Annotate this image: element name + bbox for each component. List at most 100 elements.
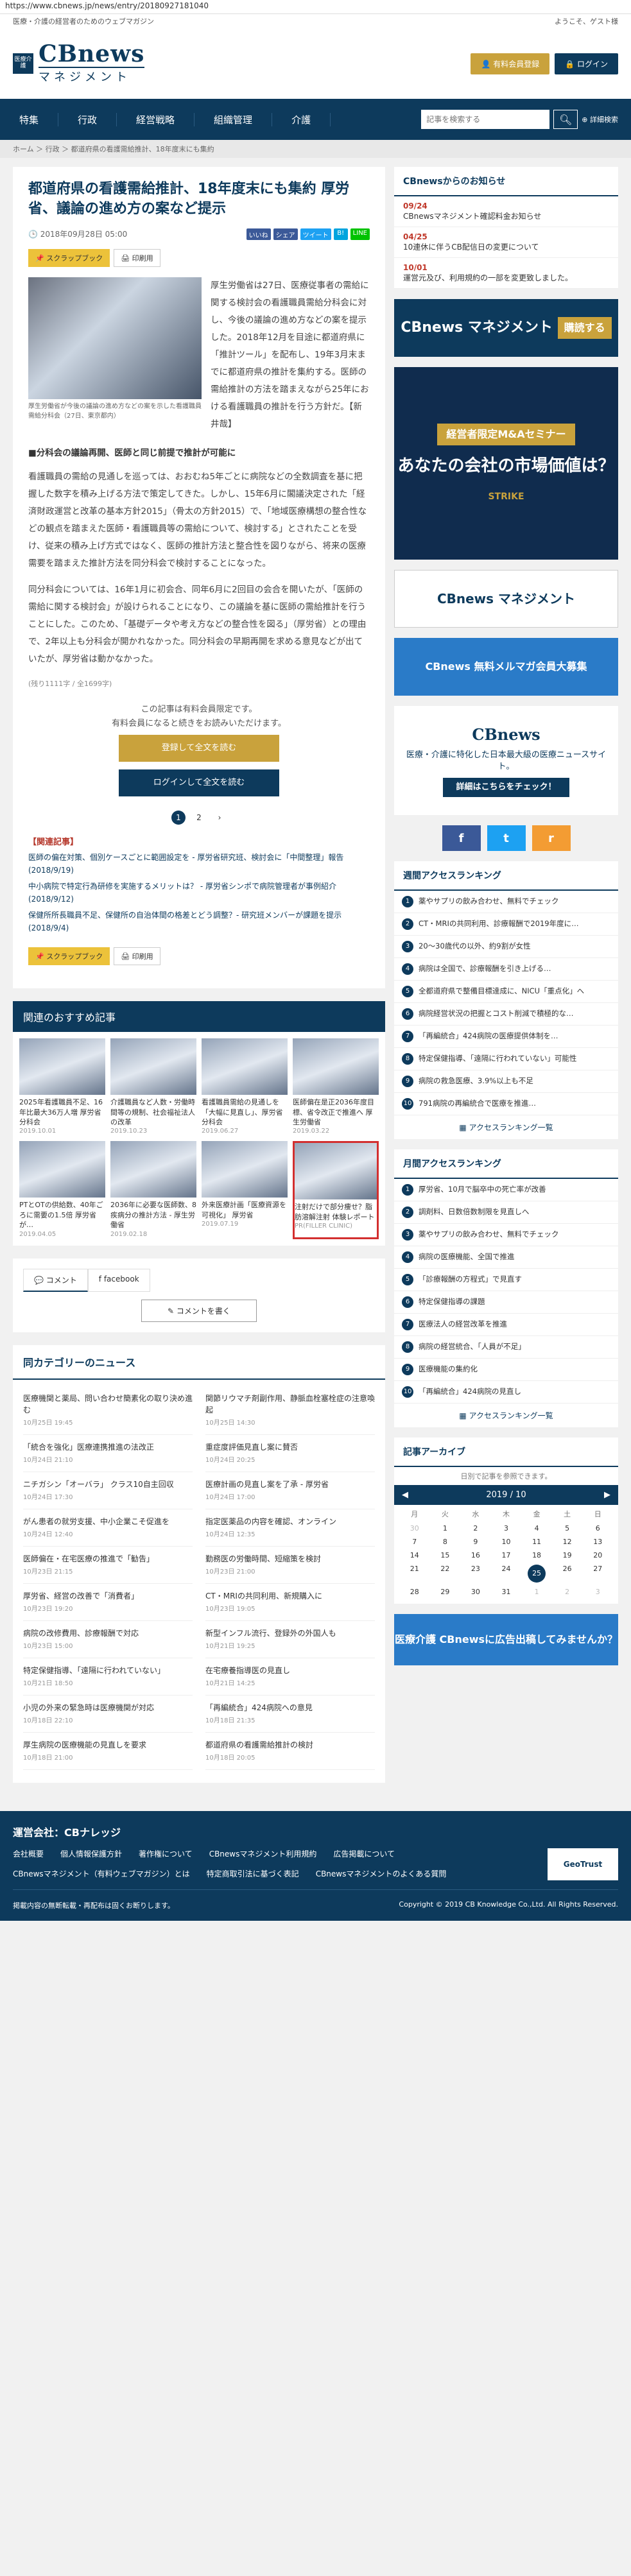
calendar-day[interactable]: 15 <box>430 1551 461 1559</box>
list-item[interactable]: 在宅療養指導医の見直し 10月21日 14:25 <box>205 1658 375 1696</box>
calendar-day[interactable]: 7 <box>399 1538 430 1546</box>
register-read-button[interactable]: 登録して全文を読む <box>119 734 279 762</box>
list-item[interactable]: 医療計画の見直し案を了承 - 厚労省 10月24日 17:00 <box>205 1472 375 1509</box>
print-button[interactable]: 🖨 印刷用 <box>114 947 160 966</box>
calendar-day[interactable]: 17 <box>491 1551 522 1559</box>
list-item[interactable]: がん患者の就労支援、中小企業こそ促進を 10月24日 12:40 <box>23 1509 193 1547</box>
footer-link[interactable]: CBnewsマネジメント利用規約 <box>209 1848 317 1859</box>
calendar-day[interactable]: 10 <box>491 1538 522 1546</box>
tab-comment[interactable]: 💬 コメント <box>23 1268 88 1292</box>
calendar-day[interactable]: 30 <box>399 1524 430 1533</box>
notice-item[interactable]: 10/01 運営元及び、利用規約の一部を変更致しました。 <box>394 258 618 289</box>
calendar-day[interactable]: 4 <box>521 1524 552 1533</box>
calendar-day[interactable]: 27 <box>582 1565 613 1583</box>
list-item[interactable]: 病院の改修費用、診療報酬で対応 10月23日 15:00 <box>23 1621 193 1658</box>
search-input[interactable] <box>421 110 550 129</box>
ranking-item[interactable]: 10 791病院の再編統合で医療を推進… <box>394 1093 618 1115</box>
recommended-item[interactable]: 看護職員需給の見通しを「大幅に見直し」、厚労省分科会 2019.06.27 <box>202 1038 288 1136</box>
calendar-day[interactable]: 6 <box>582 1524 613 1533</box>
footer-link[interactable]: 会社概要 <box>13 1848 44 1859</box>
ranking-item[interactable]: 2 CT・MRIの共同利用、診療報酬で2019年度に… <box>394 913 618 936</box>
footer-link[interactable]: 個人情報保護方針 <box>60 1848 122 1859</box>
ranking-item[interactable]: 3 20～30歳代の以外、約9割が女性 <box>394 936 618 958</box>
recommended-item[interactable]: 2036年に必要な医師数、8疾病分の推計方法 - 厚生労働省 2019.02.18 <box>110 1141 196 1239</box>
page-1[interactable]: 1 <box>171 810 186 825</box>
ranking-item[interactable]: 4 病院は全国で、診療報酬を引き上げる… <box>394 958 618 981</box>
calendar-day[interactable]: 14 <box>399 1551 430 1559</box>
list-item[interactable]: 勤務医の労働時間、短縮策を検討 10月23日 21:00 <box>205 1547 375 1584</box>
page-2[interactable]: 2 <box>192 811 206 825</box>
twitter-icon[interactable]: t <box>487 825 526 851</box>
notice-item[interactable]: 09/24 CBnewsマネジメント確認料金お知らせ <box>394 196 618 227</box>
ranking-item[interactable]: 9 医療機能の集約化 <box>394 1359 618 1381</box>
list-item[interactable]: 新型インフル流行、登録外の外国人も 10月21日 19:25 <box>205 1621 375 1658</box>
ranking-item[interactable]: 9 病院の救急医療、3.9%以上も不足 <box>394 1070 618 1093</box>
list-item[interactable]: 重症度評価見直し案に賛否 10月24日 20:25 <box>205 1435 375 1472</box>
calendar-day[interactable]: 26 <box>552 1565 583 1583</box>
list-item[interactable]: 関節リウマチ剤副作用、静脈血栓塞栓症の注意喚起 10月25日 14:30 <box>205 1386 375 1435</box>
ad-bottom[interactable]: 医療介護 CBnewsに広告出稿してみませんか？ <box>394 1614 618 1665</box>
hatena-bookmark-button[interactable]: B! <box>333 228 348 240</box>
calendar-day[interactable]: 25 <box>528 1565 546 1583</box>
calendar-day[interactable]: 16 <box>460 1551 491 1559</box>
write-comment-button[interactable]: ✎ コメントを書く <box>141 1299 257 1322</box>
list-item[interactable]: 厚労省、経営の改善で「消費者」 10月23日 19:20 <box>23 1584 193 1621</box>
list-item[interactable]: 医師偏在・在宅医療の推進で「勧告」 10月23日 21:15 <box>23 1547 193 1584</box>
ranking-item[interactable]: 4 病院の医療機能、全国で推進 <box>394 1246 618 1269</box>
calendar-day[interactable]: 20 <box>582 1551 613 1559</box>
tab-facebook[interactable]: f facebook <box>87 1268 150 1292</box>
calendar-day[interactable]: 2 <box>552 1588 583 1596</box>
calendar-day[interactable]: 9 <box>460 1538 491 1546</box>
scrapbook-button[interactable]: 📌 スクラップブック <box>28 248 110 267</box>
list-item[interactable]: 「統合を強化」医療連携推進の法改正 10月24日 21:10 <box>23 1435 193 1472</box>
list-item[interactable]: 特定保健指導、「遠隔に行われていない」 10月21日 18:50 <box>23 1658 193 1696</box>
calendar-day[interactable]: 19 <box>552 1551 583 1559</box>
list-item[interactable]: ニチガシン「オーバラ」 クラス10自主回収 10月24日 17:30 <box>23 1472 193 1509</box>
ad-magazine[interactable]: CBnews 無料メルマガ会員大募集 <box>394 638 618 696</box>
monthly-ranking-more[interactable]: ▦ アクセスランキング一覧 <box>394 1404 618 1427</box>
list-item[interactable]: 小児の外来の緊急時は医療機関が対応 10月18日 22:10 <box>23 1696 193 1733</box>
footer-link[interactable]: 著作権について <box>139 1848 193 1859</box>
search-icon[interactable]: 🔍︎ <box>553 110 578 129</box>
related-link[interactable]: 医師の偏在対策、個別ケースごとに範囲設定を - 厚労省研究班、検討会に「中間整理… <box>28 851 370 877</box>
calendar-day[interactable]: 24 <box>491 1565 522 1583</box>
calendar-day[interactable]: 23 <box>460 1565 491 1583</box>
scrapbook-button[interactable]: 📌 スクラップブック <box>28 947 110 966</box>
next-page-icon[interactable]: › <box>212 811 227 825</box>
login-button[interactable]: 🔒 ログイン <box>555 53 618 74</box>
tweet-button[interactable]: ツイート <box>300 228 331 240</box>
ranking-item[interactable]: 3 薬やサプリの飲み合わせ、無料でチェック <box>394 1224 618 1246</box>
ranking-item[interactable]: 8 病院の経営統合、「人員が不足」 <box>394 1336 618 1359</box>
related-link[interactable]: 中小病院で特定行為研修を実施するメリットは？ - 厚労省シンポで病院管理者が事例… <box>28 880 370 906</box>
ad-banner[interactable]: CBnews マネジメント <box>394 570 618 628</box>
ranking-item[interactable]: 7 医療法人の経営改革を推進 <box>394 1314 618 1336</box>
related-link[interactable]: 保健所所長職員不足、保健所の自治体間の格差とどう調整？- 研究班メンバーが課題を… <box>28 909 370 935</box>
calendar-day[interactable]: 11 <box>521 1538 552 1546</box>
nav-item[interactable]: 介護 <box>272 112 331 126</box>
ranking-item[interactable]: 6 病院経営状況の把握とコスト削減で積極的な… <box>394 1003 618 1026</box>
footer-link[interactable]: CBnewsマネジメントのよくある質問 <box>316 1868 447 1879</box>
recommended-item[interactable]: 介護職員など人数・労働時間等の規制、社会福祉法人の改革 2019.10.23 <box>110 1038 196 1136</box>
login-read-button[interactable]: ログインして全文を読む <box>119 769 279 796</box>
weekly-ranking-more[interactable]: ▦ アクセスランキング一覧 <box>394 1115 618 1139</box>
nav-item[interactable]: 組織管理 <box>194 112 273 126</box>
ranking-item[interactable]: 5 全都道府県で整備目標達成に、NICU「重点化」へ <box>394 981 618 1003</box>
recommended-item[interactable]: 2025年看護職員不足、16年比最大36万人増 厚労省分科会 2019.10.01 <box>19 1038 105 1136</box>
calendar-day[interactable]: 21 <box>399 1565 430 1583</box>
calendar-day[interactable]: 3 <box>491 1524 522 1533</box>
site-logo[interactable]: 医療介護 CBnews マネジメント <box>13 42 145 85</box>
geotrust-seal[interactable]: GeoTrust <box>548 1848 618 1880</box>
ranking-item[interactable]: 10 「再編統合」424病院の見直し <box>394 1381 618 1404</box>
list-item[interactable]: 指定医薬品の内容を確認、オンライン 10月24日 12:35 <box>205 1509 375 1547</box>
prev-month-icon[interactable]: ◀ <box>402 1490 408 1500</box>
calendar-day[interactable]: 1 <box>521 1588 552 1596</box>
recommended-item[interactable]: PTとOTの供給数、40年ごろに需要の1.5倍 厚労省が… 2019.04.05 <box>19 1141 105 1239</box>
ranking-item[interactable]: 1 薬やサプリの飲み合わせ、無料でチェック <box>394 891 618 913</box>
ranking-item[interactable]: 2 調剤料、日数倍数制限を見直しへ <box>394 1201 618 1224</box>
list-item[interactable]: 「再編統合」424病院への意見 10月18日 21:35 <box>205 1696 375 1733</box>
like-button[interactable]: いいね <box>246 228 271 240</box>
calendar-day[interactable]: 8 <box>430 1538 461 1546</box>
footer-link[interactable]: 特定商取引法に基づく表記 <box>207 1868 299 1879</box>
advanced-search-link[interactable]: ⊕ 詳細検索 <box>582 114 618 125</box>
calendar-day[interactable]: 28 <box>399 1588 430 1596</box>
